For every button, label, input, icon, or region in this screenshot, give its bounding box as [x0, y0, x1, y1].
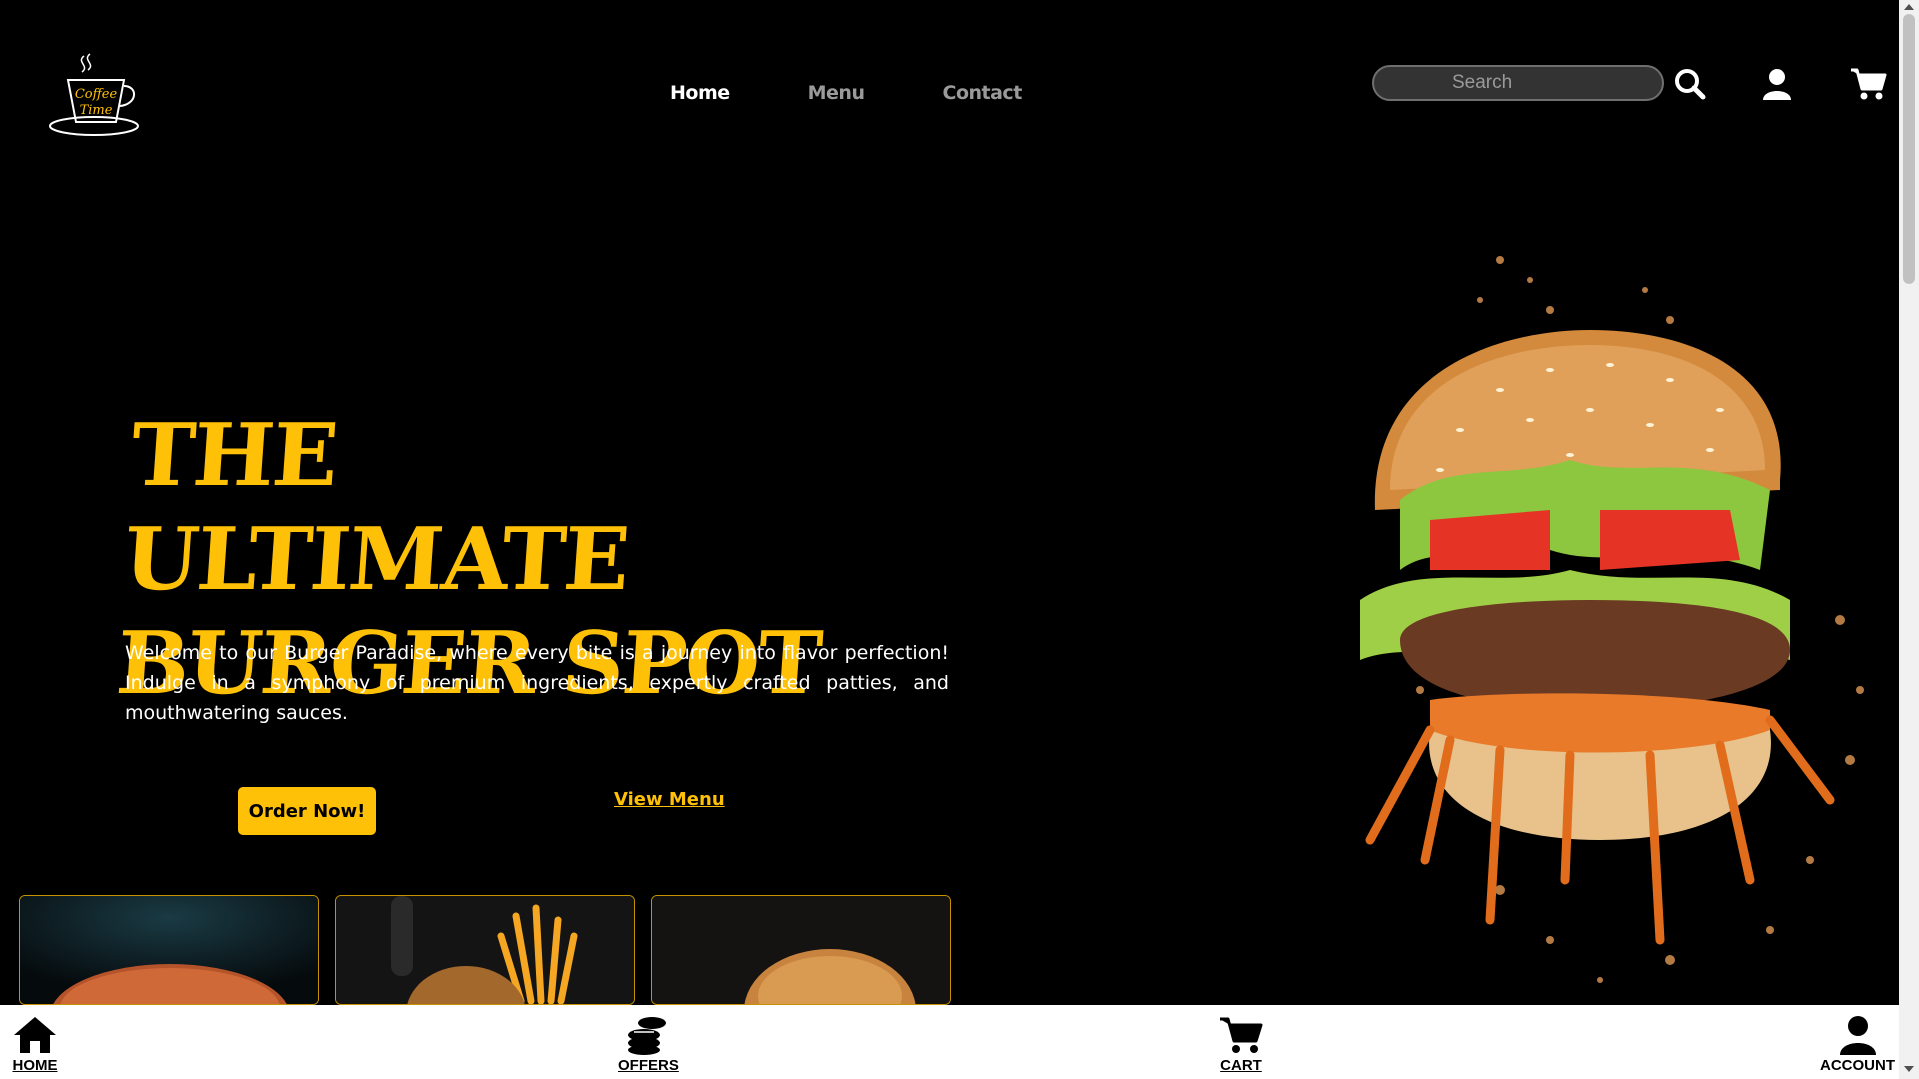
coffee-time-logo[interactable]: Coffee Time [46, 52, 142, 138]
headline-line-1: THE ULTIMATE [120, 405, 632, 610]
hero-intro-text: Welcome to our Burger Paradise, where ev… [125, 642, 949, 724]
page-scrollbar[interactable] [1899, 0, 1919, 1079]
nav-menu[interactable]: Menu [808, 82, 865, 104]
scroll-thumb[interactable] [1903, 14, 1915, 284]
coins-icon [628, 1017, 667, 1055]
product-card[interactable] [19, 895, 319, 1005]
bottom-nav-account-label: ACCOUNT [1820, 1057, 1895, 1074]
cart-icon [1220, 1017, 1263, 1053]
bottom-nav-offers[interactable]: OFFERS [618, 1015, 679, 1074]
view-menu-link[interactable]: View Menu [614, 789, 725, 810]
bottom-nav-account[interactable]: ACCOUNT [1820, 1015, 1895, 1074]
nav-home[interactable]: Home [670, 82, 730, 104]
product-card[interactable] [651, 895, 951, 1005]
bottom-nav-home-label: HOME [12, 1057, 58, 1074]
scroll-up-arrow[interactable] [1904, 4, 1914, 10]
burger-image [20, 896, 318, 1004]
hero-burger-image [1360, 256, 1864, 983]
svg-text:Coffee: Coffee [75, 87, 118, 102]
nav-contact[interactable]: Contact [943, 82, 1023, 104]
search-icon[interactable] [1672, 64, 1708, 104]
burger-image [652, 896, 950, 1004]
bottom-nav-cart-label: CART [1220, 1057, 1262, 1074]
bottom-nav-cart[interactable]: CART [1218, 1015, 1264, 1074]
order-now-button[interactable]: Order Now! [238, 787, 376, 835]
main-nav: Home Menu Contact [670, 82, 1022, 104]
search-input[interactable] [1372, 65, 1664, 101]
burger-fries-image [336, 896, 634, 1004]
product-card[interactable] [335, 895, 635, 1005]
user-icon[interactable] [1760, 64, 1794, 104]
home-icon [14, 1017, 56, 1053]
svg-text:Time: Time [80, 103, 113, 118]
scroll-down-arrow[interactable] [1904, 1066, 1914, 1072]
bottom-nav-home[interactable]: HOME [12, 1015, 58, 1074]
bottom-nav-offers-label: OFFERS [618, 1057, 679, 1074]
cart-icon[interactable] [1848, 64, 1888, 104]
bottom-nav: HOME OFFERS CART ACCOUNT [0, 1005, 1899, 1079]
account-icon [1839, 1016, 1876, 1055]
